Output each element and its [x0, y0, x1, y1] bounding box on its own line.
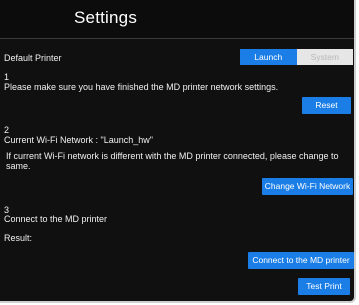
title-bar: Settings	[0, 0, 354, 39]
default-printer-label: Default Printer	[4, 53, 62, 63]
system-option[interactable]: System	[296, 49, 353, 65]
connect-printer-button[interactable]: Connect to the MD printer	[248, 252, 354, 269]
step-1-number: 1	[4, 72, 10, 82]
reset-button[interactable]: Reset	[302, 97, 351, 114]
default-printer-toggle: Launch System	[240, 49, 353, 65]
change-wifi-network-button[interactable]: Change Wi-Fi Network	[262, 178, 353, 195]
step-1-instruction: Please make sure you have finished the M…	[4, 82, 279, 92]
step-3-instruction: Connect to the MD printer	[4, 214, 108, 224]
settings-screen: Settings Default Printer Launch System 1…	[0, 0, 356, 303]
page-title: Settings	[74, 8, 138, 27]
current-wifi-network: Current Wi-Fi Network : "Launch_hw"	[4, 135, 153, 145]
test-print-button[interactable]: Test Print	[298, 278, 350, 295]
device-frame: Settings Default Printer Launch System 1…	[0, 0, 359, 305]
step-2-number: 2	[4, 125, 10, 135]
launch-option[interactable]: Launch	[240, 49, 297, 65]
result-label: Result:	[4, 233, 33, 243]
wifi-mismatch-warning: If current Wi-Fi network is different wi…	[6, 151, 339, 171]
